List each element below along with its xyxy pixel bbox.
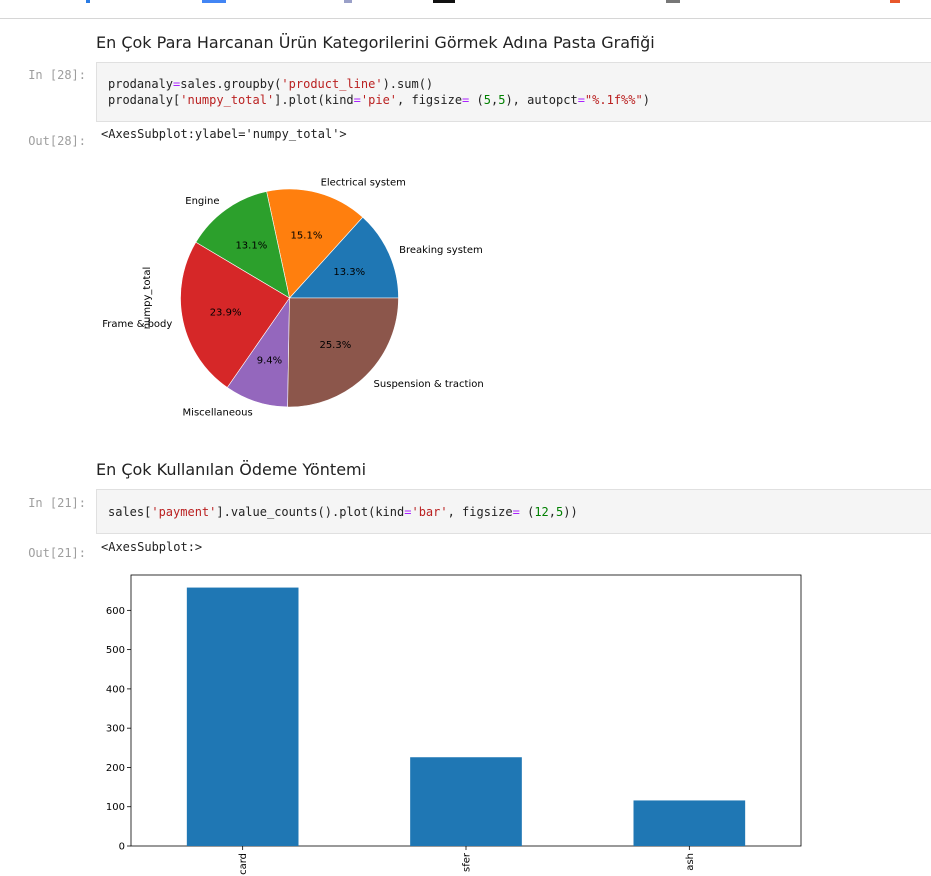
input-prompt-28: In [28]: xyxy=(28,68,86,82)
y-tick-label: 500 xyxy=(106,645,125,656)
code-token: sales.groupby( xyxy=(180,77,282,91)
toolbar-icon[interactable] xyxy=(433,0,455,3)
code-token: ), autopct xyxy=(505,93,578,107)
y-tick-label: 400 xyxy=(106,684,125,695)
code-token: ) xyxy=(642,93,650,107)
code-token: 'product_line' xyxy=(281,77,383,91)
pie-pct-label: 13.3% xyxy=(333,267,365,278)
code-token: 12 xyxy=(534,505,549,519)
x-tick-label: ash xyxy=(685,853,696,871)
markdown-heading-bar: En Çok Kullanılan Ödeme Yöntemi xyxy=(96,460,367,479)
toolbar-icon[interactable] xyxy=(344,0,352,3)
pie-pct-label: 15.1% xyxy=(291,230,323,241)
code-token: sales[ xyxy=(108,505,152,519)
code-token: ].plot(kind xyxy=(274,93,354,107)
code-line-1: sales['payment'].value_counts().plot(kin… xyxy=(108,505,578,519)
pie-category-label: Engine xyxy=(185,196,219,207)
pie-pct-label: 25.3% xyxy=(319,340,351,351)
code-token: = xyxy=(353,93,361,107)
code-token: "%.1f%%" xyxy=(584,93,643,107)
pie-category-label: Miscellaneous xyxy=(183,408,253,419)
y-tick-label: 200 xyxy=(106,763,125,774)
pie-category-label: Suspension & traction xyxy=(374,379,484,390)
pie-category-label: Breaking system xyxy=(399,245,483,256)
code-token: = xyxy=(512,505,520,519)
pie-category-label: Frame & body xyxy=(102,319,172,330)
code-token: , xyxy=(548,505,556,519)
markdown-heading-pie: En Çok Para Harcanan Ürün Kategorilerini… xyxy=(96,33,655,52)
code-token: 'pie' xyxy=(360,93,398,107)
code-token: prodanaly xyxy=(108,77,174,91)
code-token: , figsize xyxy=(397,93,463,107)
output-text-28: <AxesSubplot:ylabel='numpy_total'> xyxy=(101,127,347,141)
code-token: prodanaly[ xyxy=(108,93,181,107)
pie-pct-label: 23.9% xyxy=(210,307,242,318)
code-line-1: prodanaly=sales.groupby('product_line').… xyxy=(108,77,433,91)
pie-pct-label: 9.4% xyxy=(257,356,282,367)
pie-ylabel: numpy_total xyxy=(142,267,153,330)
toolbar-icon[interactable] xyxy=(86,0,90,3)
code-token: 'numpy_total' xyxy=(180,93,275,107)
toolbar-icon[interactable] xyxy=(202,0,226,3)
input-prompt-21: In [21]: xyxy=(28,496,86,510)
output-text-21: <AxesSubplot:> xyxy=(101,540,203,554)
code-token: ( xyxy=(519,505,535,519)
x-tick-label: card xyxy=(238,853,249,875)
code-token: ).sum() xyxy=(382,77,434,91)
bar xyxy=(410,757,522,846)
y-tick-label: 100 xyxy=(106,802,125,813)
code-cell-21[interactable]: sales['payment'].value_counts().plot(kin… xyxy=(96,489,931,534)
pie-category-label: Electrical system xyxy=(321,178,406,189)
pie-chart: 13.3% Breaking system 15.1% Electrical syst… xyxy=(102,178,484,419)
pie-pct-label: 13.1% xyxy=(235,240,267,251)
code-cell-28[interactable]: prodanaly = sales.groupby('product_line').… xyxy=(96,62,931,122)
y-tick-label: 0 xyxy=(119,842,125,853)
code-token: 'bar' xyxy=(411,505,448,519)
toolbar-icon[interactable] xyxy=(666,0,680,3)
code-token: 5 xyxy=(483,93,491,107)
code-token: 'payment' xyxy=(151,505,217,519)
toolbar-icon[interactable] xyxy=(890,0,900,3)
x-tick-label: sfer xyxy=(462,852,473,872)
code-token: , figsize xyxy=(447,505,513,519)
code-token: ( xyxy=(469,93,484,107)
code-line-2: prodanaly['numpy_total'].plot(kind='pie'… xyxy=(108,93,650,107)
browser-toolbar-strip xyxy=(0,0,931,19)
pie-slice xyxy=(287,297,399,408)
y-tick-label: 600 xyxy=(106,606,125,617)
bar-chart: 0 100 200 300 400 500 600 card sfer ash xyxy=(106,574,802,875)
output-prompt-21: Out[21]: xyxy=(28,546,86,560)
code-token: ].value_counts().plot(kind xyxy=(216,505,405,519)
output-prompt-28: Out[28]: xyxy=(28,134,86,148)
code-token: = xyxy=(577,93,585,107)
code-token: )) xyxy=(563,505,578,519)
bar xyxy=(633,800,746,846)
y-tick-label: 300 xyxy=(106,724,125,735)
bar xyxy=(186,587,299,846)
